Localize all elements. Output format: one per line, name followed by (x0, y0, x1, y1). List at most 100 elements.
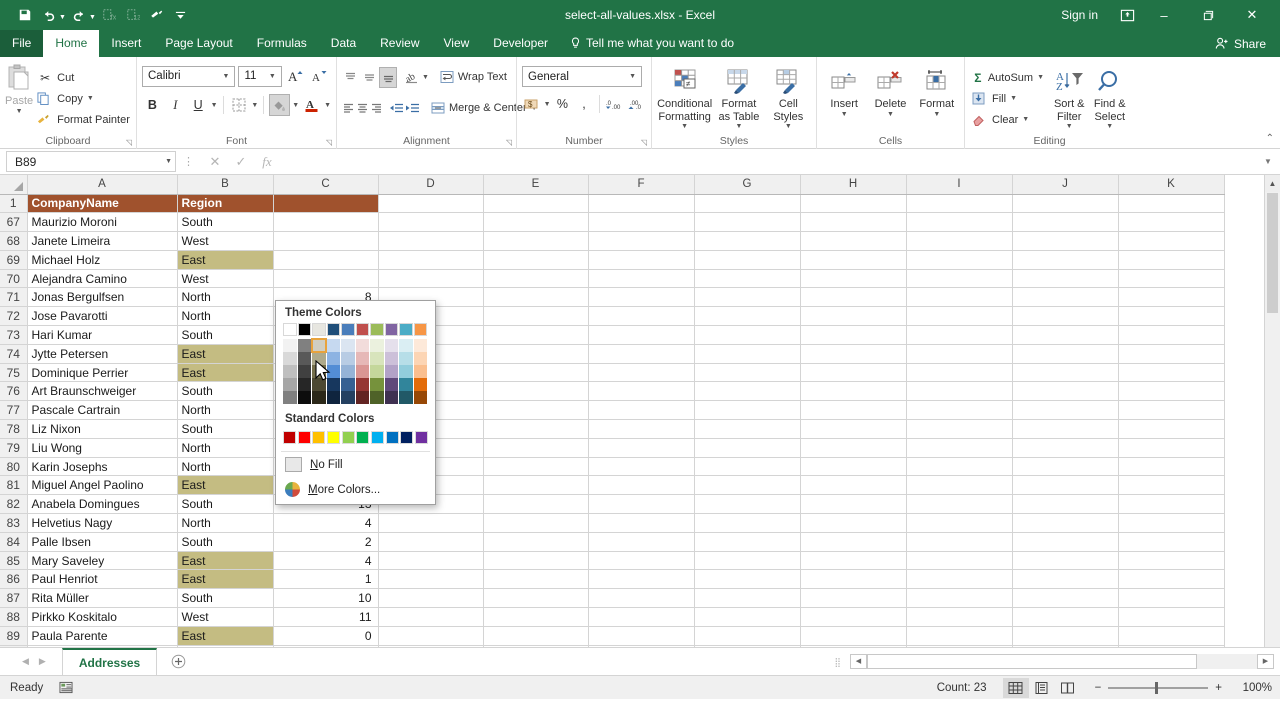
font-color-dropdown-icon[interactable]: ▼ (324, 102, 331, 109)
next-sheet-icon[interactable]: ▶ (39, 656, 46, 667)
row-header[interactable]: 1 (0, 194, 28, 214)
cell[interactable] (588, 325, 695, 345)
cell-company-name[interactable]: Jytte Petersen (27, 344, 178, 364)
row-header[interactable]: 81 (0, 475, 28, 496)
cell-company-name[interactable]: Michael Holz (27, 250, 178, 270)
wrap-text-button[interactable]: Wrap Text (436, 67, 511, 88)
cell-company-name[interactable]: Paula Parente (27, 626, 178, 646)
alignment-dialog-launcher[interactable]: ◹ (506, 138, 512, 147)
cell[interactable] (800, 231, 907, 251)
number-format-combo[interactable]: General ▼ (522, 66, 642, 87)
cell-value[interactable]: 0 (273, 626, 379, 646)
tab-page-layout[interactable]: Page Layout (153, 30, 244, 57)
row-header[interactable]: 86 (0, 569, 28, 590)
table-row[interactable]: 80Karin JosephsNorth11 (0, 457, 1225, 477)
theme-color-swatch[interactable] (413, 323, 427, 336)
cell[interactable] (588, 363, 695, 383)
cell[interactable] (906, 513, 1013, 533)
theme-color-column[interactable] (341, 323, 355, 404)
theme-color-swatch[interactable] (355, 365, 369, 378)
cell[interactable] (800, 513, 907, 533)
cell-region[interactable]: East (177, 569, 274, 590)
cell-company-name[interactable]: Maurizio Moroni (27, 212, 178, 233)
italic-button[interactable]: I (165, 94, 186, 116)
cell[interactable] (1118, 419, 1225, 439)
cell-region[interactable]: North (177, 306, 274, 327)
theme-color-swatch[interactable] (370, 365, 384, 378)
cell[interactable] (588, 194, 695, 214)
increase-indent-button[interactable] (405, 98, 420, 119)
row-header[interactable]: 73 (0, 325, 28, 345)
cell-styles-dropdown-icon[interactable]: ▼ (785, 123, 792, 131)
row-header[interactable]: 84 (0, 532, 28, 552)
share-button[interactable]: Share (1207, 30, 1280, 57)
cell[interactable] (1012, 363, 1119, 383)
table-row[interactable]: 89 Paula Parente East 0 (0, 626, 1225, 646)
cell[interactable] (1118, 457, 1225, 477)
sheet-nav-arrows[interactable]: ◀ ▶ (0, 656, 62, 667)
cell[interactable] (588, 212, 695, 233)
cell-value[interactable] (273, 250, 379, 270)
cell-region[interactable]: East (177, 250, 274, 270)
cell-region[interactable]: South (177, 419, 274, 439)
table-row[interactable]: 84 Palle Ibsen South 2 (0, 532, 1225, 552)
close-button[interactable]: ✕ (1230, 0, 1274, 30)
theme-color-swatch[interactable] (283, 323, 297, 336)
cell-company-name[interactable]: Dominique Perrier (27, 363, 178, 383)
cell[interactable] (694, 194, 801, 214)
table-row[interactable]: 90Karl JablonskiNorth7 (0, 645, 1225, 647)
cell-company-name[interactable]: Liz Nixon (27, 419, 178, 439)
row-header[interactable]: 83 (0, 513, 28, 533)
cell-region[interactable]: East (177, 344, 274, 364)
cell[interactable] (483, 588, 589, 609)
clipboard-dialog-launcher[interactable]: ◹ (126, 138, 132, 147)
cell[interactable] (906, 457, 1013, 477)
cell[interactable] (588, 344, 695, 364)
cell[interactable] (800, 250, 907, 270)
cell[interactable] (588, 419, 695, 439)
row-header[interactable]: 70 (0, 269, 28, 289)
cell-company-name[interactable]: Mary Saveley (27, 551, 178, 571)
cell[interactable] (483, 325, 589, 345)
normal-view-button[interactable] (1002, 677, 1029, 698)
tab-developer[interactable]: Developer (481, 30, 560, 57)
more-colors-option[interactable]: More Colors... (276, 477, 435, 502)
cell[interactable] (378, 194, 484, 214)
cell[interactable] (1012, 607, 1119, 627)
fill-dropdown-icon[interactable]: ▼ (1010, 95, 1017, 102)
vertical-scroll-thumb[interactable] (1267, 193, 1278, 313)
theme-color-swatch[interactable] (283, 339, 297, 352)
tab-home[interactable]: Home (43, 30, 100, 57)
undo-icon[interactable] (38, 4, 60, 26)
insert-cells-button[interactable]: Insert ▼ (822, 63, 866, 134)
column-header-b[interactable]: B (177, 175, 274, 195)
cell-company-name[interactable]: Paul Henriot (27, 569, 178, 590)
cell[interactable] (483, 551, 589, 571)
name-box-dropdown-icon[interactable]: ▼ (165, 158, 172, 165)
cell[interactable] (1118, 569, 1225, 590)
cell-company-name[interactable]: Miguel Angel Paolino (27, 475, 178, 496)
cell[interactable] (906, 569, 1013, 590)
cell-a1[interactable]: CompanyName (27, 194, 178, 214)
cell-region[interactable]: North (177, 513, 274, 533)
percent-format-button[interactable]: % (553, 93, 573, 115)
cell-value[interactable]: 11 (273, 607, 379, 627)
row-header[interactable]: 71 (0, 287, 28, 308)
theme-color-swatch[interactable] (413, 352, 427, 365)
sort-ascending-icon[interactable]: fx (98, 4, 120, 26)
cell[interactable] (1012, 457, 1119, 477)
table-row[interactable]: 79Liu WongNorth11 (0, 438, 1225, 458)
cell[interactable] (483, 194, 589, 214)
theme-color-swatch[interactable] (312, 323, 326, 336)
cell[interactable] (800, 363, 907, 383)
cell-region[interactable]: South (177, 381, 274, 402)
cell-region[interactable]: North (177, 457, 274, 477)
cell[interactable] (1118, 212, 1225, 233)
cell-region[interactable]: East (177, 626, 274, 646)
theme-color-swatch[interactable] (297, 378, 311, 391)
cell[interactable] (1118, 306, 1225, 327)
cell-company-name[interactable]: Hari Kumar (27, 325, 178, 345)
autosum-dropdown-icon[interactable]: ▼ (1037, 74, 1044, 81)
cell[interactable] (906, 438, 1013, 458)
accounting-dropdown-icon[interactable]: ▼ (544, 101, 551, 108)
